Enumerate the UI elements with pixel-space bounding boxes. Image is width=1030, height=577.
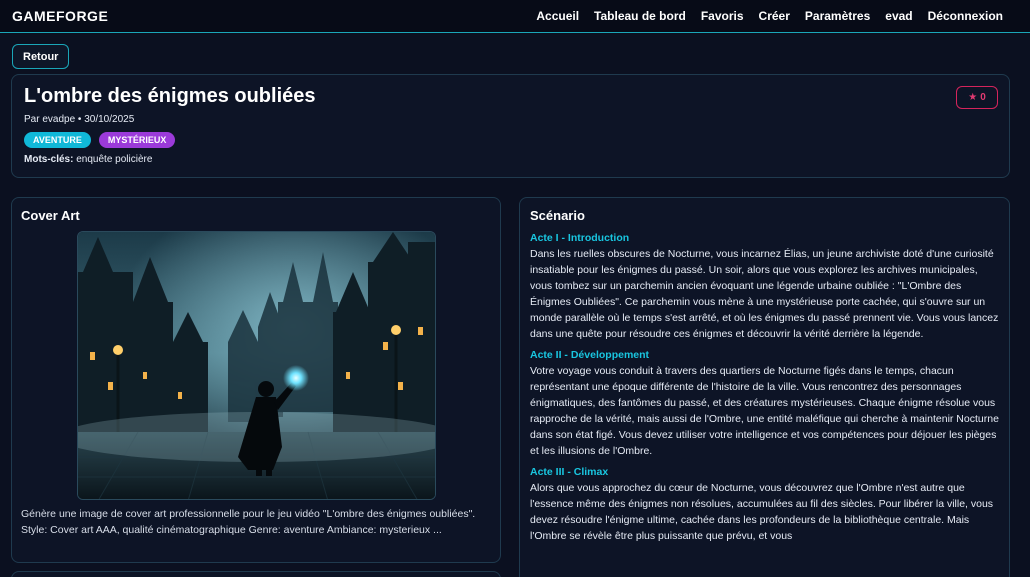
nav-deconnexion[interactable]: Déconnexion bbox=[928, 9, 1003, 23]
favorite-button[interactable]: ★ 0 bbox=[956, 86, 998, 109]
tag-adventure[interactable]: AVENTURE bbox=[24, 132, 91, 148]
tag-list: AVENTURE MYSTÉRIEUX bbox=[24, 132, 997, 148]
act-3-title: Acte III - Climax bbox=[530, 466, 609, 478]
next-card bbox=[11, 571, 501, 577]
keywords-label: Mots-clés: bbox=[24, 154, 74, 165]
keywords-value: enquête policière bbox=[73, 154, 153, 165]
scenario-card: Scénario Acte I - Introduction Dans les … bbox=[519, 197, 1010, 577]
keywords: Mots-clés: enquête policière bbox=[24, 154, 997, 165]
brand-logo[interactable]: GAMEFORGE bbox=[12, 8, 108, 24]
scenario-title: Scénario bbox=[530, 208, 585, 223]
cover-art-image bbox=[77, 231, 436, 500]
game-meta: Par evadpe • 30/10/2025 bbox=[24, 114, 135, 125]
act-2-title: Acte II - Développement bbox=[530, 349, 650, 361]
cover-art-illustration bbox=[78, 232, 435, 499]
favorite-count: 0 bbox=[980, 92, 986, 103]
tag-mystery[interactable]: MYSTÉRIEUX bbox=[98, 132, 176, 148]
act-1-text: Dans les ruelles obscures de Nocturne, v… bbox=[530, 248, 999, 340]
nav-favoris[interactable]: Favoris bbox=[701, 9, 744, 23]
nav-user-profile[interactable]: evad bbox=[885, 9, 912, 23]
nav-parametres[interactable]: Paramètres bbox=[805, 9, 870, 23]
act-1-title: Acte I - Introduction bbox=[530, 232, 630, 244]
nav-creer[interactable]: Créer bbox=[759, 9, 790, 23]
game-header-card: L'ombre des énigmes oubliées Par evadpe … bbox=[11, 74, 1010, 178]
nav-tableau-de-bord[interactable]: Tableau de bord bbox=[594, 9, 686, 23]
nav-accueil[interactable]: Accueil bbox=[536, 9, 579, 23]
game-title: L'ombre des énigmes oubliées bbox=[24, 85, 316, 107]
main-nav: Accueil Tableau de bord Favoris Créer Pa… bbox=[536, 9, 1003, 23]
cover-art-prompt: Génère une image de cover art profession… bbox=[21, 508, 476, 536]
star-icon: ★ bbox=[968, 92, 978, 103]
cover-art-card: Cover Art Génère une image de cover art … bbox=[11, 197, 501, 563]
act-3-text: Alors que vous approchez du cœur de Noct… bbox=[530, 482, 994, 542]
cover-art-title: Cover Art bbox=[21, 208, 80, 223]
act-2-text: Votre voyage vous conduit à travers des … bbox=[530, 365, 999, 457]
top-navbar: GAMEFORGE Accueil Tableau de bord Favori… bbox=[0, 0, 1030, 33]
back-button[interactable]: Retour bbox=[12, 44, 70, 69]
